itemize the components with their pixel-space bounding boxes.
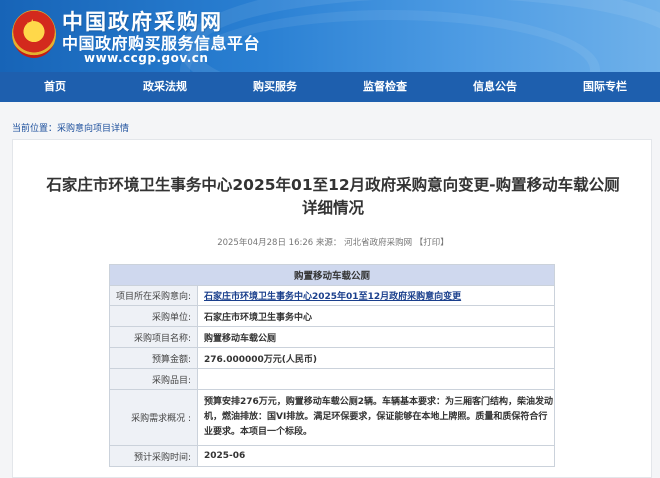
title-line-2: 详细情况	[301, 199, 364, 217]
table-row: 采购项目名称: 购置移动车载公厕	[109, 326, 555, 348]
nav-item-regulations[interactable]: 政采法规	[110, 72, 220, 102]
row-value: 2025-06	[197, 445, 555, 467]
row-label: 项目所在采购意向:	[109, 285, 198, 306]
table-row: 采购需求概况 : 预算安排276万元，购置移动车载公厕2辆。车辆基本要求：为三厢…	[109, 389, 555, 446]
article-meta: 2025年04月28日 16:26 来源： 河北省政府采购网 【打印】	[217, 238, 449, 248]
content-panel: 石家庄市环境卫生事务中心2025年01至12月政府采购意向变更-购置移动车载公厕…	[12, 139, 652, 478]
row-label: 采购单位:	[109, 305, 198, 327]
national-emblem-icon: ★	[12, 10, 56, 58]
page-title: 石家庄市环境卫生事务中心2025年01至12月政府采购意向变更-购置移动车载公厕…	[13, 174, 653, 220]
table-row: 预算金额: 276.000000万元(人民币)	[109, 347, 555, 369]
breadcrumb-prefix: 当前位置：	[12, 124, 58, 134]
row-value: 276.000000万元(人民币)	[197, 347, 555, 369]
intent-link[interactable]: 石家庄市环境卫生事务中心2025年01至12月政府采购意向变更	[204, 292, 461, 302]
breadcrumb: 当前位置：采购意向项目详情	[12, 121, 129, 134]
row-label: 采购品目:	[109, 368, 198, 390]
site-url: www.ccgp.gov.cn	[84, 51, 209, 65]
nav-item-international[interactable]: 国际专栏	[550, 72, 660, 102]
nav-item-services[interactable]: 购买服务	[220, 72, 330, 102]
nav-item-announcements[interactable]: 信息公告	[440, 72, 550, 102]
row-label: 采购项目名称:	[109, 326, 198, 348]
row-label: 预计采购时间:	[109, 445, 198, 467]
detail-table: 购置移动车载公厕 项目所在采购意向: 石家庄市环境卫生事务中心2025年01至1…	[109, 264, 555, 467]
table-row: 采购品目:	[109, 368, 555, 390]
row-value: 购置移动车载公厕	[197, 326, 555, 348]
row-value: 石家庄市环境卫生事务中心	[197, 305, 555, 327]
table-row: 采购单位: 石家庄市环境卫生事务中心	[109, 305, 555, 327]
row-value	[197, 368, 555, 390]
main-nav: 首页 政采法规 购买服务 监督检查 信息公告 国际专栏	[0, 72, 660, 102]
table-header: 购置移动车载公厕	[109, 264, 555, 286]
site-banner: ★ 中国政府采购网 中国政府购买服务信息平台 www.ccgp.gov.cn	[0, 0, 660, 72]
nav-item-supervision[interactable]: 监督检查	[330, 72, 440, 102]
table-row: 预计采购时间: 2025-06	[109, 445, 555, 467]
table-row: 项目所在采购意向: 石家庄市环境卫生事务中心2025年01至12月政府采购意向变…	[109, 285, 555, 306]
breadcrumb-link[interactable]: 采购意向项目详情	[57, 124, 129, 134]
nav-item-home[interactable]: 首页	[0, 72, 110, 102]
title-line-1: 石家庄市环境卫生事务中心2025年01至12月政府采购意向变更-购置移动车载公厕	[46, 176, 620, 194]
row-label: 采购需求概况 :	[109, 389, 198, 446]
row-label: 预算金额:	[109, 347, 198, 369]
row-value: 预算安排276万元，购置移动车载公厕2辆。车辆基本要求：为三厢客门结构，柴油发动…	[197, 389, 555, 446]
